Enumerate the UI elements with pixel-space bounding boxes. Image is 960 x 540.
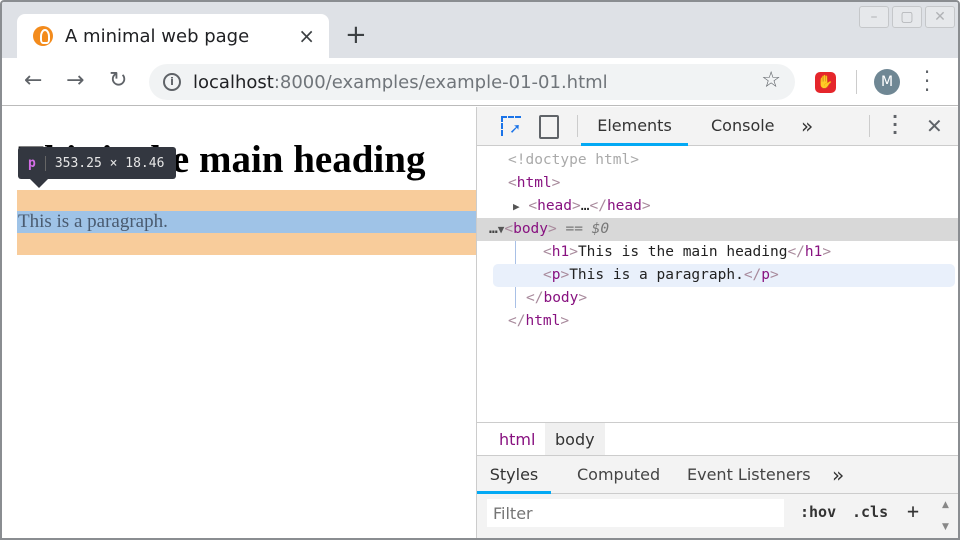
browser-window: A minimal web page × + – ▢ ✕ ← → ↻ i loc… — [0, 0, 960, 540]
head-close-tag: head — [606, 198, 642, 214]
styles-filter-bar: :hov .cls + ▲▼ — [477, 494, 958, 538]
body-close-tag: body — [543, 290, 579, 306]
tree-row-p[interactable]: <p>This is a paragraph.</p> — [493, 264, 955, 287]
browser-toolbar: ← → ↻ i localhost:8000/examples/example-… — [2, 58, 958, 106]
tab-title: A minimal web page — [65, 25, 250, 47]
html-close-tag: html — [525, 313, 561, 329]
avatar[interactable]: M — [874, 69, 900, 95]
head-tag: head — [537, 198, 573, 214]
p-text: This is a paragraph. — [569, 267, 744, 283]
devtools-close-icon[interactable]: ✕ — [926, 114, 943, 138]
maximize-button[interactable]: ▢ — [892, 6, 922, 28]
selected-marker: == $0 — [565, 221, 610, 237]
expand-triangle-icon[interactable]: ▶ — [513, 200, 520, 213]
breadcrumb-html[interactable]: html — [489, 423, 545, 456]
doctype-text: <!doctype html> — [508, 152, 639, 168]
h1-tag: h1 — [551, 244, 570, 260]
tree-row-html[interactable]: <html> — [477, 172, 958, 195]
tooltip-size: 353.25 × 18.46 — [54, 155, 165, 171]
devtools-panel: ➚ Elements Console » · · · ✕ <!doctype htm… — [476, 107, 958, 538]
scrollbar[interactable]: ▲ ▼ — [942, 494, 949, 538]
url-path: :8000/examples/example-01-01.html — [273, 71, 608, 93]
breadcrumb: html body — [477, 422, 958, 456]
styles-filter-input[interactable] — [487, 499, 784, 527]
back-arrow-icon[interactable]: ← — [24, 68, 42, 93]
tab-elements[interactable]: Elements — [581, 107, 688, 146]
cls-button[interactable]: .cls — [852, 503, 888, 521]
star-icon[interactable]: ☆ — [761, 68, 781, 93]
toolbar-divider — [856, 70, 857, 94]
hov-button[interactable]: :hov — [800, 503, 836, 521]
tooltip-tag: p — [28, 155, 46, 171]
styles-tabbar: Styles Computed Event Listeners » — [477, 455, 958, 495]
tab-close-icon[interactable]: × — [298, 24, 315, 48]
url-host: localhost — [193, 71, 274, 93]
info-icon[interactable]: i — [163, 73, 181, 91]
inspect-tooltip: p 353.25 × 18.46 — [18, 147, 176, 188]
more-tabs-icon[interactable]: » — [801, 107, 813, 146]
toolbar-divider — [577, 115, 578, 137]
tab-computed[interactable]: Computed — [577, 456, 660, 495]
tab-event-listeners[interactable]: Event Listeners — [687, 456, 811, 495]
tree-row-doctype[interactable]: <!doctype html> — [477, 149, 958, 172]
inspect-element-icon[interactable]: ➚ — [501, 116, 521, 137]
h1-text: This is the main heading — [577, 244, 788, 260]
kebab-menu-icon[interactable]: · · · — [922, 62, 932, 100]
tree-row-body[interactable]: …▼<body> == $0 — [477, 218, 958, 241]
row-actions-icon[interactable]: … — [489, 221, 498, 237]
tab-console[interactable]: Console — [711, 107, 775, 146]
breadcrumb-body[interactable]: body — [545, 423, 605, 456]
h1-close-tag: h1 — [804, 244, 823, 260]
page-paragraph: This is a paragraph. — [18, 211, 168, 232]
new-tab-button[interactable]: + — [345, 20, 367, 50]
p-close-tag: p — [761, 267, 771, 283]
tree-row-body-close[interactable]: </body> — [477, 287, 958, 310]
tree-row-head[interactable]: ▶ <head>…</head> — [477, 195, 958, 218]
tab-strip: A minimal web page × + – ▢ ✕ — [2, 2, 958, 58]
tree-row-html-close[interactable]: </html> — [477, 310, 958, 333]
favicon-icon — [33, 26, 53, 46]
html-tag: html — [516, 175, 552, 191]
toolbar-divider — [869, 115, 870, 137]
device-toolbar-icon[interactable] — [539, 115, 559, 139]
new-style-rule-button[interactable]: + — [907, 499, 919, 523]
devtools-toolbar: ➚ Elements Console » · · · ✕ — [477, 107, 958, 146]
page-viewport: This is the main heading This is a parag… — [2, 107, 476, 538]
adblock-hand-icon[interactable]: ✋ — [815, 72, 836, 93]
tree-row-h1[interactable]: <h1>This is the main heading</h1> — [477, 241, 958, 264]
address-bar[interactable]: i localhost:8000/examples/example-01-01.… — [149, 64, 795, 100]
devtools-menu-icon[interactable]: · · · — [892, 109, 898, 141]
more-style-tabs-icon[interactable]: » — [832, 456, 844, 495]
body-tag: body — [513, 221, 549, 237]
minimize-button[interactable]: – — [859, 6, 889, 28]
forward-arrow-icon[interactable]: → — [66, 68, 84, 93]
window-close-button[interactable]: ✕ — [925, 6, 955, 28]
tab-styles[interactable]: Styles — [477, 456, 551, 494]
browser-tab[interactable]: A minimal web page × — [17, 14, 329, 58]
reload-icon[interactable]: ↻ — [109, 68, 127, 93]
